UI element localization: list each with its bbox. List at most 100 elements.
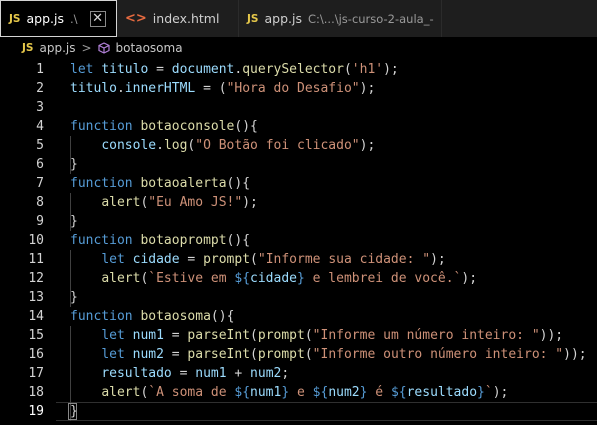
breadcrumb-symbol[interactable]: botaosoma bbox=[116, 41, 183, 55]
line-number: 13 bbox=[28, 290, 44, 305]
line-number: 11 bbox=[28, 252, 44, 267]
code-text: let num2 = parseInt(prompt("Informe outr… bbox=[70, 345, 587, 364]
code-token: "Informe sua cidade: " bbox=[257, 252, 431, 267]
line-number: 19 bbox=[28, 404, 44, 419]
line-number: 7 bbox=[36, 176, 44, 191]
code-token: e bbox=[289, 385, 313, 400]
code-token: resultado bbox=[101, 366, 172, 381]
editor-tab-bar: JS app.js .\ ✕ <> index.html JS app.js C… bbox=[0, 0, 597, 37]
code-text: function botaoprompt(){ bbox=[70, 231, 250, 250]
indent-guide bbox=[70, 250, 71, 307]
code-token: `A soma de bbox=[148, 385, 235, 400]
code-token: ); bbox=[383, 62, 399, 77]
code-line[interactable]: 15 let num1 = parseInt(prompt("Informe u… bbox=[0, 326, 597, 345]
code-line[interactable]: 7 function botaoalerta(){ bbox=[0, 174, 597, 193]
code-token: ( bbox=[250, 252, 258, 267]
tab-label: app.js bbox=[26, 11, 64, 26]
code-token: log bbox=[163, 138, 188, 153]
code-line[interactable]: 1 let titulo = document.querySelector('h1… bbox=[0, 60, 597, 79]
code-line[interactable]: 5 console.log("O Botão foi clicado"); bbox=[0, 136, 597, 155]
code-token: prompt bbox=[257, 328, 305, 343]
cube-method-icon bbox=[97, 42, 110, 54]
code-text: titulo.innerHTML = ("Hora do Desafio"); bbox=[70, 79, 375, 98]
code-token: num2 bbox=[132, 347, 164, 362]
code-token: ); bbox=[359, 81, 376, 96]
code-token: console bbox=[101, 138, 157, 153]
code-token: ${ bbox=[234, 385, 251, 400]
tab-label: index.html bbox=[152, 11, 220, 26]
tab-app-js-other[interactable]: JS app.js C:\...\js-curso-2-aula_- bbox=[239, 0, 442, 37]
code-token: "O Botão foi clicado" bbox=[195, 138, 360, 153]
code-token: ); bbox=[461, 271, 478, 286]
code-token: ); bbox=[492, 385, 509, 400]
code-line[interactable]: 6} bbox=[0, 155, 597, 174]
code-token: prompt bbox=[257, 347, 305, 362]
code-text: alert(`A soma de ${num1} e ${num2} é ${r… bbox=[70, 383, 508, 402]
code-line[interactable]: 13} bbox=[0, 288, 597, 307]
code-line[interactable]: 19} bbox=[0, 402, 597, 421]
code-token: } bbox=[297, 271, 305, 286]
tab-label: app.js bbox=[264, 11, 302, 26]
code-line[interactable]: 14 function botaosoma(){ bbox=[0, 307, 597, 326]
code-token: ); bbox=[359, 138, 376, 153]
code-token: (){ bbox=[226, 176, 251, 191]
code-token: ; bbox=[281, 366, 290, 381]
code-text: } bbox=[70, 288, 78, 307]
code-token: "Informe outro número inteiro: " bbox=[312, 347, 564, 362]
code-token: let bbox=[101, 328, 133, 343]
code-token: 'h1' bbox=[351, 62, 384, 77]
tab-app-js-active[interactable]: JS app.js .\ ✕ bbox=[0, 0, 117, 37]
code-token: alert bbox=[101, 195, 141, 210]
indent-guide bbox=[70, 193, 71, 231]
code-line[interactable]: 12 alert(`Estive em ${cidade} e lembrei … bbox=[0, 269, 597, 288]
code-token: ( bbox=[304, 328, 313, 343]
breadcrumb-file[interactable]: app.js bbox=[39, 41, 75, 55]
code-token: = ( bbox=[195, 81, 227, 96]
line-number: 5 bbox=[36, 138, 44, 153]
code-token: ( bbox=[250, 347, 258, 362]
code-token: ${ bbox=[390, 385, 407, 400]
close-icon[interactable]: ✕ bbox=[89, 10, 106, 27]
code-token: let bbox=[101, 252, 133, 267]
code-text: let cidade = prompt("Informe sua cidade:… bbox=[70, 250, 445, 269]
code-text: resultado = num1 + num2; bbox=[70, 364, 289, 383]
line-number: 9 bbox=[36, 214, 44, 229]
code-text: function botaosoma(){ bbox=[70, 307, 234, 326]
code-token: botaosoma bbox=[140, 309, 211, 324]
code-text: let num1 = parseInt(prompt("Informe um n… bbox=[70, 326, 563, 345]
code-token: titulo bbox=[70, 81, 117, 96]
code-line[interactable]: 11 let cidade = prompt("Informe sua cida… bbox=[0, 250, 597, 269]
code-line[interactable]: 17 resultado = num1 + num2; bbox=[0, 364, 597, 383]
code-token: "Eu Amo JS!" bbox=[148, 195, 243, 210]
code-line[interactable]: 3 bbox=[0, 98, 597, 117]
code-token: alert bbox=[101, 271, 141, 286]
tab-description: .\ bbox=[69, 11, 78, 26]
code-token: let bbox=[101, 347, 133, 362]
code-token: = bbox=[163, 328, 188, 343]
line-number: 18 bbox=[28, 385, 44, 400]
code-token: é bbox=[367, 385, 391, 400]
code-token: botaoprompt bbox=[140, 233, 227, 248]
code-line[interactable]: 16 let num2 = parseInt(prompt("Informe o… bbox=[0, 345, 597, 364]
code-editor[interactable]: 1 let titulo = document.querySelector('h1… bbox=[0, 60, 597, 425]
code-line[interactable]: 10 function botaoprompt(){ bbox=[0, 231, 597, 250]
code-token: parseInt bbox=[187, 328, 251, 343]
tab-index-html[interactable]: <> index.html bbox=[117, 0, 239, 37]
code-token: } bbox=[281, 385, 290, 400]
code-token: + bbox=[226, 366, 251, 381]
line-number: 4 bbox=[36, 119, 44, 134]
code-line[interactable]: 8 alert("Eu Amo JS!"); bbox=[0, 193, 597, 212]
code-token: = bbox=[179, 252, 204, 267]
code-token: )); bbox=[563, 347, 587, 362]
breadcrumb-separator: > bbox=[81, 41, 92, 55]
code-token: document bbox=[171, 62, 235, 77]
line-number: 12 bbox=[28, 271, 44, 286]
code-line[interactable]: 9} bbox=[0, 212, 597, 231]
code-line[interactable]: 2 titulo.innerHTML = ("Hora do Desafio"); bbox=[0, 79, 597, 98]
code-line[interactable]: 18 alert(`A soma de ${num1} e ${num2} é … bbox=[0, 383, 597, 402]
code-line[interactable]: 4 function botaoconsole(){ bbox=[0, 117, 597, 136]
